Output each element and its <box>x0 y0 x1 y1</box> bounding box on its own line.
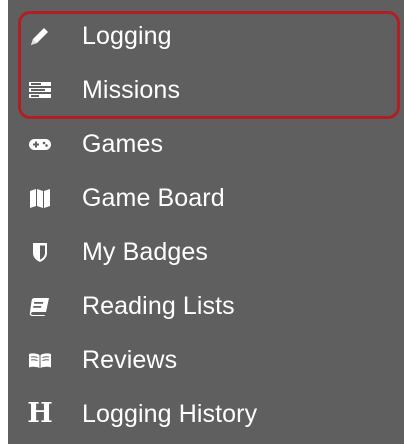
menu-item-reading-lists[interactable]: Reading Lists <box>8 279 404 333</box>
menu-item-reviews[interactable]: Reviews <box>8 333 404 387</box>
h-letter-icon: H <box>27 398 53 429</box>
menu-item-logging[interactable]: Logging <box>8 9 404 63</box>
menu-item-label: Reviews <box>82 346 178 374</box>
menu-item-missions[interactable]: Missions <box>8 63 404 117</box>
list-icon <box>28 78 52 102</box>
open-book-icon <box>28 348 52 372</box>
menu-item-label: Games <box>82 130 164 158</box>
menu-item-label: Game Board <box>82 184 225 212</box>
menu-item-game-board[interactable]: Game Board <box>8 171 404 225</box>
book-icon <box>28 294 52 318</box>
menu-item-label: Reading Lists <box>82 292 235 320</box>
gamepad-icon <box>28 132 52 156</box>
menu-item-label: Missions <box>82 76 181 104</box>
menu-item-label: My Badges <box>82 238 208 266</box>
menu-item-label: Logging History <box>82 400 258 428</box>
menu-item-logging-history[interactable]: H Logging History <box>8 387 404 441</box>
menu-item-my-badges[interactable]: My Badges <box>8 225 404 279</box>
pencil-icon <box>28 24 52 48</box>
menu-item-games[interactable]: Games <box>8 117 404 171</box>
map-icon <box>28 186 52 210</box>
sidebar-menu: Logging Missions Games Game Board My Bad… <box>8 0 404 444</box>
shield-icon <box>28 240 52 264</box>
menu-item-label: Logging <box>82 22 172 50</box>
